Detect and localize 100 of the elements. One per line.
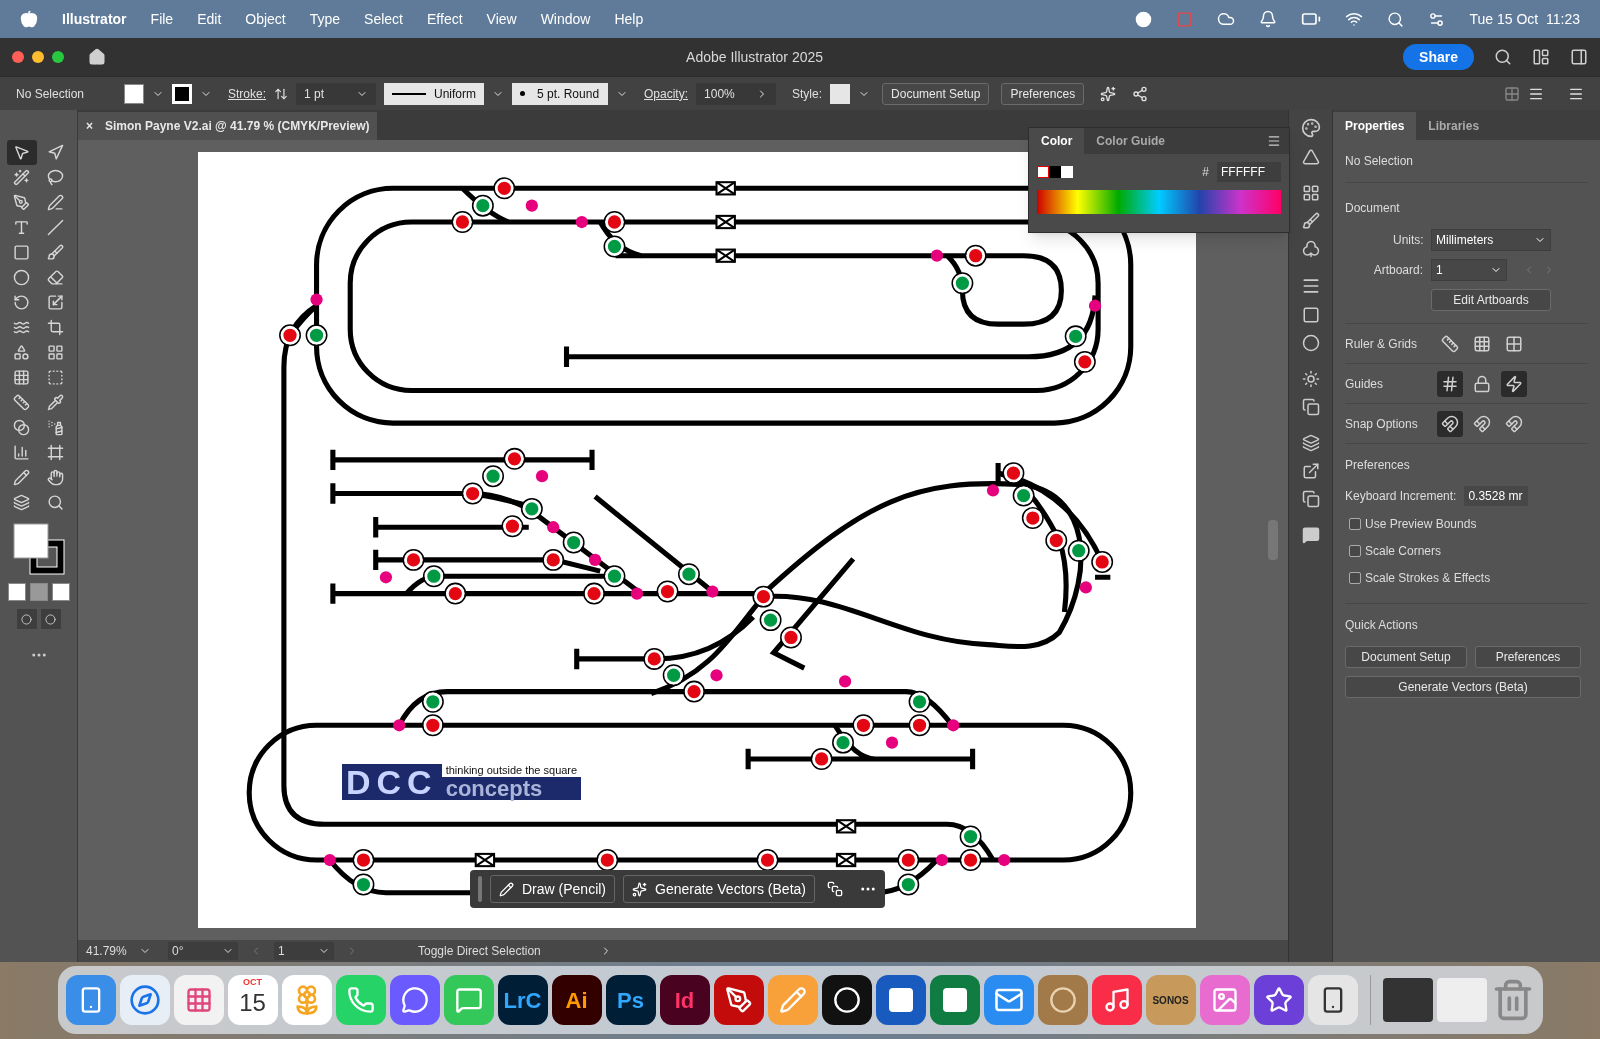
checkbox[interactable]: [1349, 545, 1361, 557]
app-icon[interactable]: Ps: [605, 975, 656, 1025]
apple-icon[interactable]: [20, 10, 38, 28]
preferences-button[interactable]: Preferences: [1475, 646, 1581, 668]
default-fill-swatch[interactable]: [1061, 166, 1073, 178]
checkbox[interactable]: [1349, 518, 1361, 530]
artboard-dropdown[interactable]: 1: [1431, 259, 1507, 281]
menu-item[interactable]: Edit: [197, 8, 222, 30]
style-swatch[interactable]: [830, 83, 851, 104]
control-bar-button[interactable]: Document Setup: [882, 82, 990, 105]
artboards-icon[interactable]: [1301, 490, 1320, 508]
checkbox[interactable]: [1349, 572, 1361, 584]
document-tab[interactable]: × Simon Payne V2.ai @ 41.79 % (CMYK/Preview): [78, 112, 378, 140]
artboard-field[interactable]: 1: [274, 942, 334, 960]
app-icon[interactable]: Id: [659, 975, 710, 1025]
phone-mirror-app-icon[interactable]: [1307, 975, 1358, 1025]
app-icon[interactable]: LrC: [497, 975, 548, 1025]
fill-swatch[interactable]: [124, 83, 144, 104]
generate-vectors-button[interactable]: Generate Vectors (Beta): [1345, 676, 1581, 698]
panel-icon[interactable]: [1570, 48, 1588, 66]
zoom-window-button[interactable]: [52, 51, 64, 63]
units-dropdown[interactable]: Millimeters: [1431, 229, 1551, 251]
grid-app-icon[interactable]: [173, 975, 224, 1025]
document-setup-button[interactable]: Document Setup: [1345, 646, 1467, 668]
rotation-field[interactable]: 0°: [168, 942, 238, 960]
menu-item[interactable]: Select: [364, 8, 403, 30]
menu-item[interactable]: Effect: [427, 8, 463, 30]
default-stroke-swatch[interactable]: [1049, 166, 1061, 178]
panel-tab[interactable]: Properties: [1333, 112, 1417, 140]
pen-app-icon[interactable]: [713, 975, 764, 1025]
fill-stroke-swatches-drawing[interactable]: [12, 523, 65, 575]
share-button[interactable]: Share: [1403, 44, 1474, 70]
smart-guides-icon[interactable]: [1501, 370, 1527, 397]
grid-icon[interactable]: [1504, 85, 1520, 102]
keyboard-increment-field[interactable]: 0.3528 mr: [1464, 486, 1529, 506]
compass-app-icon[interactable]: [119, 975, 170, 1025]
control-center-icon[interactable]: [1428, 10, 1446, 28]
close-window-button[interactable]: [12, 51, 24, 63]
stroke-swatch[interactable]: [172, 83, 192, 104]
chat-app-icon[interactable]: [389, 975, 440, 1025]
stack-icon[interactable]: [827, 881, 843, 897]
workspace-icon[interactable]: [1532, 48, 1550, 66]
panel-tab[interactable]: Libraries: [1416, 112, 1492, 140]
search-icon[interactable]: [1387, 10, 1405, 28]
recolor-icon[interactable]: [1100, 85, 1117, 102]
app-icon[interactable]: SONOS: [1145, 975, 1196, 1025]
generate-vectors-button[interactable]: Generate Vectors (Beta): [623, 875, 815, 903]
circle-app-icon[interactable]: [821, 975, 872, 1025]
none-swatch[interactable]: [1037, 166, 1049, 178]
window-thumbnail[interactable]: [1382, 978, 1433, 1022]
snap-icon[interactable]: [1437, 410, 1463, 437]
panel-tab[interactable]: Color Guide: [1084, 128, 1177, 154]
color-spectrum[interactable]: [1037, 190, 1281, 214]
edit-artboards-button[interactable]: Edit Artboards: [1431, 289, 1551, 311]
stroke-profile-dropdown[interactable]: Uniform: [384, 82, 484, 105]
menu-app-name[interactable]: Illustrator: [62, 8, 127, 30]
control-bar-button[interactable]: Preferences: [1001, 82, 1085, 105]
menu-icon[interactable]: [1267, 134, 1281, 148]
circle-status-icon[interactable]: [1135, 10, 1153, 28]
zoom-field[interactable]: 41.79%: [86, 942, 156, 960]
opacity-field[interactable]: 100%: [696, 82, 777, 105]
stepper-icon[interactable]: [274, 86, 288, 101]
calendar-icon[interactable]: OCT 15: [227, 975, 278, 1025]
palette-icon[interactable]: [1300, 118, 1321, 138]
stroke-field[interactable]: 1 pt: [296, 82, 376, 105]
bell-icon[interactable]: [1259, 10, 1278, 28]
menu-item[interactable]: File: [150, 8, 174, 30]
gradient-swatch-icon[interactable]: [29, 583, 48, 601]
music-icon[interactable]: [1091, 975, 1142, 1025]
swatches-icon[interactable]: [1301, 184, 1320, 202]
menu-item[interactable]: Type: [309, 8, 341, 30]
window-thumbnail[interactable]: [1436, 978, 1487, 1022]
menu-clock[interactable]: Tue 15 Oct 11:23: [1469, 8, 1580, 30]
minimize-window-button[interactable]: [32, 51, 44, 63]
hex-field[interactable]: FFFFFF: [1217, 162, 1281, 182]
app-icon[interactable]: Ai: [551, 975, 602, 1025]
comments-icon[interactable]: [1301, 526, 1320, 544]
mail-icon[interactable]: [983, 975, 1034, 1025]
guides-icon[interactable]: [1437, 370, 1463, 397]
search-icon[interactable]: [1494, 48, 1512, 66]
menu-item[interactable]: Object: [245, 8, 286, 30]
star-app-icon[interactable]: [1253, 975, 1304, 1025]
symbols-icon[interactable]: [1301, 240, 1320, 258]
home-icon[interactable]: [88, 48, 106, 66]
export-icon[interactable]: [1301, 462, 1320, 480]
tab-close-button[interactable]: ×: [86, 117, 93, 135]
color-guide-icon[interactable]: [1301, 148, 1320, 166]
layers-icon[interactable]: [1301, 434, 1320, 452]
brush-dropdown[interactable]: 5 pt. Round: [512, 82, 608, 105]
menu-item[interactable]: Window: [540, 8, 591, 30]
fill-icon[interactable]: [7, 583, 26, 601]
opacity-label[interactable]: Opacity:: [644, 84, 689, 103]
draw-pencil-button[interactable]: Draw (Pencil): [490, 875, 615, 903]
menu-item[interactable]: Help: [614, 8, 644, 30]
brushes-icon[interactable]: [1301, 212, 1320, 230]
wifi-icon[interactable]: [1345, 10, 1364, 28]
stroke-label[interactable]: Stroke:: [228, 84, 266, 103]
cloud-status-icon[interactable]: [1217, 10, 1236, 28]
panel-tab[interactable]: Color: [1029, 128, 1085, 154]
menu-item[interactable]: View: [486, 8, 517, 30]
